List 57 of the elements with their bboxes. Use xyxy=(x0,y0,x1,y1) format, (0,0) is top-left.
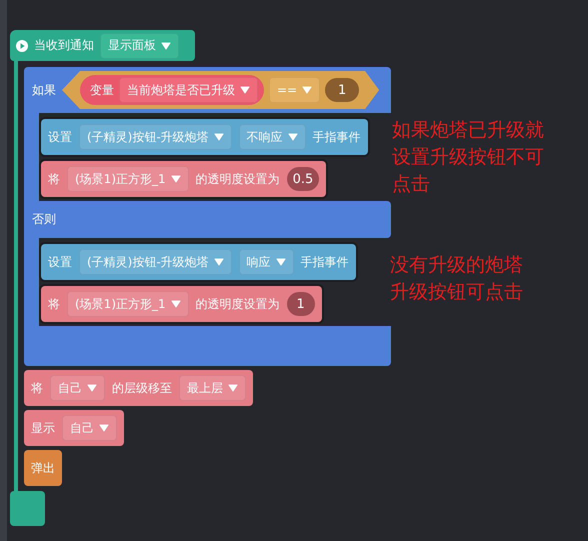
caret-icon xyxy=(288,133,298,141)
code-block[interactable]: 设置 (子精灵)按钮-升级炮塔 不响应 手指事件 xyxy=(41,119,368,155)
dropdown[interactable]: (子精灵)按钮-升级炮塔 xyxy=(79,249,232,275)
block-label: 当收到通知 xyxy=(34,37,94,54)
dropdown[interactable]: (场景1)正方形_1 xyxy=(67,291,189,317)
block-label: 否则 xyxy=(32,211,56,228)
dropdown[interactable]: 当前炮塔是否已升级 xyxy=(119,77,258,103)
block-label: 变量 xyxy=(90,82,114,98)
caret-icon xyxy=(240,86,250,94)
caret-icon xyxy=(276,258,286,266)
block-label: 将 xyxy=(31,380,43,396)
number-input[interactable]: 1 xyxy=(325,78,360,102)
dropdown[interactable]: 自己 xyxy=(62,415,117,441)
code-block[interactable]: 将 (场景1)正方形_1 的透明度设置为 1 xyxy=(41,286,322,322)
block-label: 弹出 xyxy=(31,460,55,476)
condition-block[interactable]: 变量 当前炮塔是否已升级 == 1 xyxy=(62,71,380,109)
dropdown[interactable]: 自己 xyxy=(50,375,105,401)
block-label: 的透明度设置为 xyxy=(196,170,280,188)
block-label: 手指事件 xyxy=(300,254,349,270)
code-block[interactable]: 设置 (子精灵)按钮-升级炮塔 响应 手指事件 xyxy=(41,244,356,280)
caret-icon xyxy=(161,42,171,50)
dropdown[interactable]: 显示面板 xyxy=(100,32,179,58)
dropdown[interactable]: 响应 xyxy=(238,249,294,275)
caret-icon xyxy=(228,384,238,392)
event-hat-block[interactable]: 当收到通知 显示面板 xyxy=(10,30,195,61)
caret-icon xyxy=(99,424,109,432)
caret-icon xyxy=(214,133,224,141)
block-label: 设置 xyxy=(48,254,72,270)
number-input[interactable]: 0.5 xyxy=(286,167,320,191)
caret-icon xyxy=(302,86,312,94)
caret-icon xyxy=(214,258,224,266)
dropdown[interactable]: 最上层 xyxy=(179,375,246,401)
block-label: 手指事件 xyxy=(312,128,361,146)
annotation-text: 没有升级的炮塔 升级按钮可点击 xyxy=(390,253,523,305)
play-icon xyxy=(16,40,28,52)
block-label: 设置 xyxy=(48,128,72,146)
block-label: 显示 xyxy=(31,420,55,436)
caret-icon xyxy=(87,384,97,392)
annotation-text: 如果炮塔已升级就 设置升级按钮不可 点击 xyxy=(392,118,544,197)
block-label: 如果 xyxy=(32,82,56,98)
block-label: 将 xyxy=(48,296,60,312)
if-block-header[interactable]: 如果 变量 当前炮塔是否已升级 == 1 xyxy=(24,67,391,113)
code-block[interactable]: 将 (场景1)正方形_1 的透明度设置为 0.5 xyxy=(41,161,326,197)
dropdown[interactable]: (场景1)正方形_1 xyxy=(67,166,189,192)
number-input[interactable]: 1 xyxy=(286,292,315,316)
code-block[interactable]: 弹出 xyxy=(24,450,62,486)
dropdown[interactable]: == xyxy=(269,77,320,103)
block-label: 的透明度设置为 xyxy=(196,296,280,312)
block-label: 的层级移至 xyxy=(112,380,172,396)
variable-block[interactable]: 变量 当前炮塔是否已升级 xyxy=(80,75,264,105)
caret-icon xyxy=(170,175,181,183)
caret-icon xyxy=(170,300,181,308)
code-block[interactable]: 显示 自己 xyxy=(24,410,124,446)
dropdown[interactable]: (子精灵)按钮-升级炮塔 xyxy=(79,124,232,150)
block-label: 将 xyxy=(48,170,60,188)
dropdown[interactable]: 不响应 xyxy=(238,124,306,150)
code-block[interactable]: 将 自己 的层级移至 最上层 xyxy=(24,370,253,406)
